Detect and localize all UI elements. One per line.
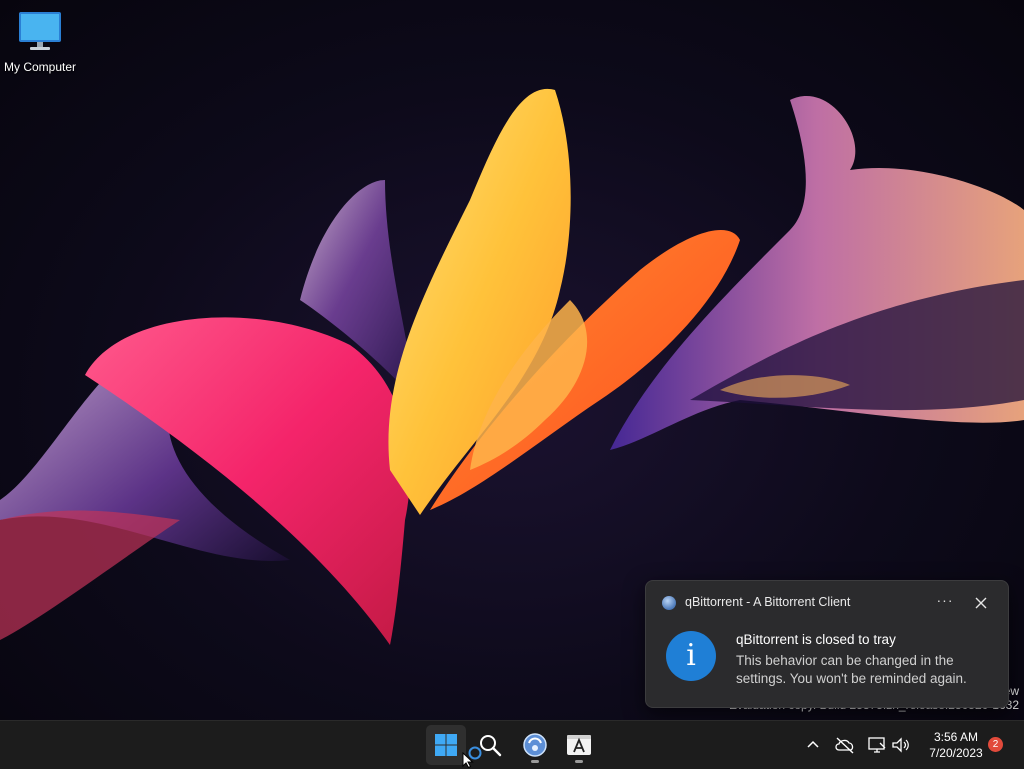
notification-count-badge[interactable]: 2 (988, 737, 1003, 752)
toast-notification[interactable]: qBittorrent - A Bittorrent Client ··· i … (645, 580, 1009, 708)
toast-more-button[interactable]: ··· (933, 593, 957, 613)
qbittorrent-small-icon (662, 596, 676, 610)
clock-time: 3:56 AM (933, 730, 979, 744)
taskbar-app-store[interactable] (559, 725, 599, 765)
clock[interactable]: 3:56 AM 7/20/2023 (918, 729, 994, 761)
qbittorrent-icon (523, 733, 547, 757)
windows-logo-icon (435, 734, 457, 756)
taskbar: 3:56 AM 7/20/2023 (0, 720, 1024, 769)
toast-title: qBittorrent is closed to tray (736, 632, 896, 647)
toast-body: This behavior can be changed in the sett… (736, 653, 967, 686)
taskbar-app-qbittorrent[interactable] (515, 725, 555, 765)
monitor-icon (19, 12, 61, 50)
chevron-up-icon[interactable] (803, 735, 823, 755)
desktop-icon-my-computer[interactable]: My Computer (2, 8, 78, 74)
running-indicator (531, 760, 539, 763)
running-indicator (575, 760, 583, 763)
busy-spinner-icon (468, 746, 482, 760)
desktop-icon-label: My Computer (3, 60, 77, 74)
start-button[interactable] (426, 725, 466, 765)
store-icon (567, 735, 591, 755)
desktop: My Computer ew Evaluation copy. Build 25… (0, 0, 1024, 720)
volume-icon[interactable] (890, 735, 912, 755)
info-icon: i (666, 631, 716, 681)
cloud-offline-icon[interactable] (834, 735, 856, 755)
network-icon[interactable] (866, 735, 888, 755)
toast-app-name: qBittorrent - A Bittorrent Client (685, 595, 851, 609)
close-icon[interactable] (971, 593, 991, 613)
clock-date: 7/20/2023 (929, 746, 983, 760)
